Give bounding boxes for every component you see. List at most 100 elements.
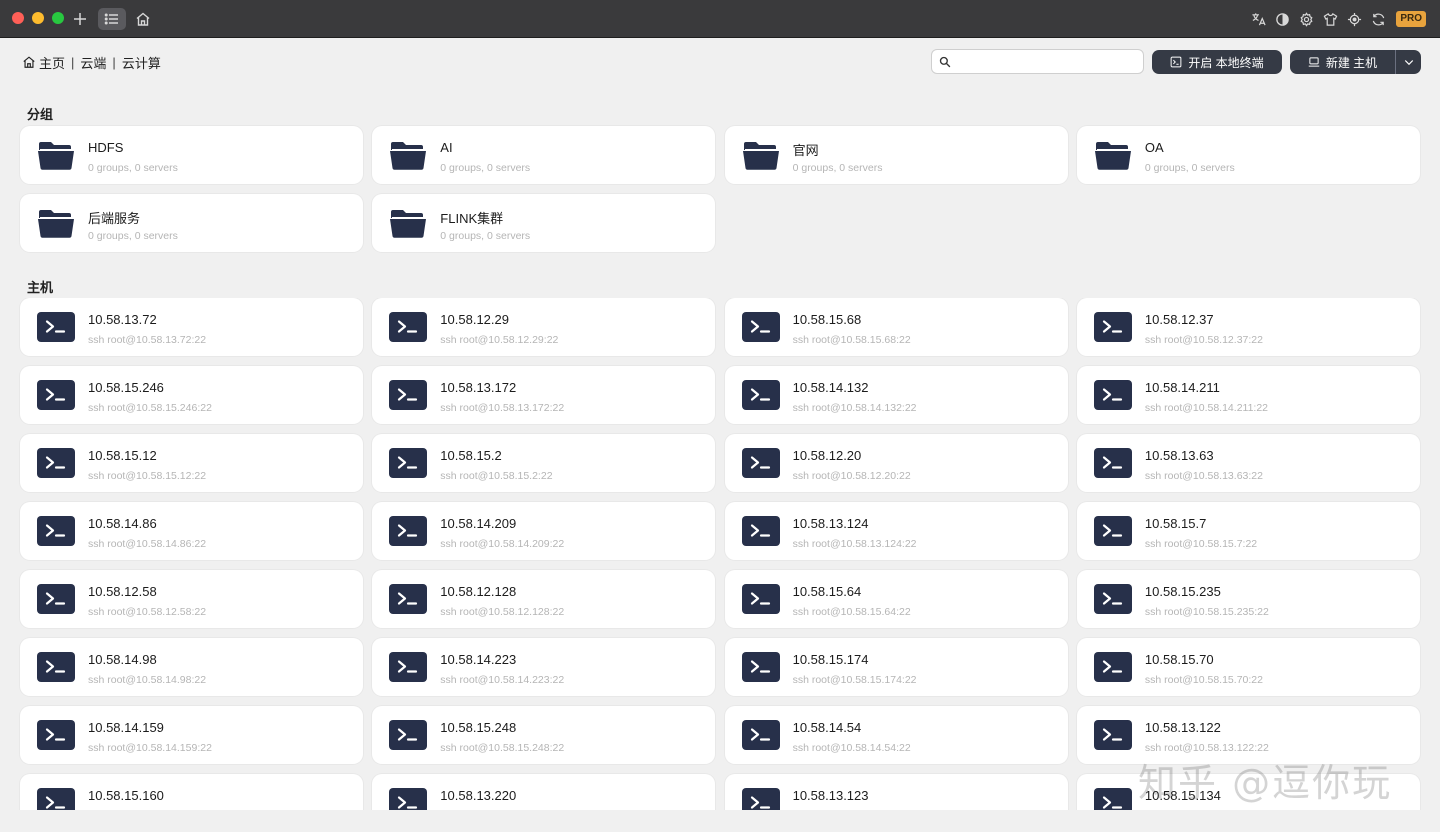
new-host-split-button: 新建 主机	[1290, 50, 1421, 74]
folder-icon	[389, 208, 427, 238]
group-card[interactable]: 官网 0 groups, 0 servers	[724, 126, 1068, 184]
hosts-section-title: 主机	[27, 280, 54, 295]
search-box[interactable]	[931, 49, 1144, 74]
host-card[interactable]: 10.58.12.128 ssh root@10.58.12.128:22	[372, 570, 716, 628]
open-local-terminal-button[interactable]: 开启 本地终端	[1152, 50, 1282, 74]
close-window-button[interactable]	[12, 12, 24, 24]
host-card[interactable]: 10.58.14.209 ssh root@10.58.14.209:22	[372, 502, 716, 560]
host-card-subtitle: ssh root@10.58.14.132:22	[792, 402, 917, 414]
group-card-subtitle: 0 groups, 0 servers	[1144, 162, 1235, 174]
translate-button[interactable]	[1248, 9, 1268, 29]
host-card[interactable]: 10.58.13.123	[724, 774, 1068, 810]
host-card[interactable]: 10.58.12.20 ssh root@10.58.12.20:22	[724, 434, 1068, 492]
host-card[interactable]: 10.58.15.70 ssh root@10.58.15.70:22	[1076, 638, 1420, 696]
folder-icon	[37, 140, 75, 170]
host-card[interactable]: 10.58.13.63 ssh root@10.58.13.63:22	[1076, 434, 1420, 492]
locate-button[interactable]	[1344, 9, 1364, 29]
host-card-subtitle: ssh root@10.58.13.124:22	[792, 538, 917, 550]
host-card[interactable]: 10.58.15.235 ssh root@10.58.15.235:22	[1076, 570, 1420, 628]
new-tab-button[interactable]	[66, 8, 94, 30]
group-card[interactable]: HDFS 0 groups, 0 servers	[20, 126, 363, 184]
host-card-title: 10.58.14.132	[792, 380, 869, 395]
terminal-icon	[37, 584, 75, 614]
new-host-dropdown-button[interactable]	[1396, 50, 1421, 74]
contrast-icon	[1276, 12, 1289, 26]
host-card-subtitle: ssh root@10.58.13.72:22	[88, 334, 207, 346]
host-card-subtitle: ssh root@10.58.15.7:22	[1144, 538, 1258, 550]
host-card[interactable]: 10.58.15.68 ssh root@10.58.15.68:22	[724, 298, 1068, 356]
host-card[interactable]: 10.58.14.132 ssh root@10.58.14.132:22	[724, 366, 1068, 424]
host-card-title: 10.58.13.72	[88, 312, 157, 327]
host-card[interactable]: 10.58.15.174 ssh root@10.58.15.174:22	[724, 638, 1068, 696]
toolbar-right: PRO	[1248, 9, 1426, 29]
folder-icon	[389, 140, 427, 170]
host-card[interactable]: 10.58.13.124 ssh root@10.58.13.124:22	[724, 502, 1068, 560]
host-card[interactable]: 10.58.15.160	[20, 774, 363, 810]
new-host-button[interactable]: 新建 主机	[1290, 50, 1396, 74]
host-card[interactable]: 10.58.15.12 ssh root@10.58.15.12:22	[20, 434, 363, 492]
terminal-icon	[37, 312, 75, 342]
sync-icon	[1372, 13, 1385, 25]
host-list-button[interactable]	[98, 8, 126, 30]
host-card-subtitle: ssh root@10.58.14.211:22	[1144, 402, 1269, 414]
host-card[interactable]: 10.58.14.98 ssh root@10.58.14.98:22	[20, 638, 363, 696]
host-card[interactable]: 10.58.14.159 ssh root@10.58.14.159:22	[20, 706, 363, 764]
hosts-grid: 10.58.13.72 ssh root@10.58.13.72:22 10.58.…	[20, 298, 1420, 810]
host-card[interactable]: 10.58.14.54 ssh root@10.58.14.54:22	[724, 706, 1068, 764]
zoom-window-button[interactable]	[52, 12, 64, 24]
skin-button[interactable]	[1320, 9, 1340, 29]
host-card-title: 10.58.13.172	[440, 380, 517, 395]
host-card-title: 10.58.13.220	[440, 788, 517, 803]
host-card-title: 10.58.15.160	[88, 788, 164, 803]
host-card[interactable]: 10.58.13.220	[372, 774, 716, 810]
search-input[interactable]	[957, 54, 1137, 69]
host-card-subtitle: ssh root@10.58.12.58:22	[88, 606, 207, 618]
home-icon[interactable]	[22, 55, 36, 69]
theme-button[interactable]	[1272, 9, 1292, 29]
terminal-icon	[389, 584, 428, 614]
group-card[interactable]: OA 0 groups, 0 servers	[1076, 126, 1420, 184]
host-card-subtitle: ssh root@10.58.12.37:22	[1144, 334, 1263, 346]
terminal-icon	[1093, 380, 1132, 410]
host-card[interactable]: 10.58.14.223 ssh root@10.58.14.223:22	[372, 638, 716, 696]
host-card[interactable]: 10.58.15.7 ssh root@10.58.15.7:22	[1076, 502, 1420, 560]
host-card[interactable]: 10.58.12.58 ssh root@10.58.12.58:22	[20, 570, 363, 628]
host-card[interactable]: 10.58.13.172 ssh root@10.58.13.172:22	[372, 366, 716, 424]
sync-button[interactable]	[1368, 9, 1388, 29]
pro-badge[interactable]: PRO	[1396, 11, 1426, 27]
host-card[interactable]: 10.58.14.86 ssh root@10.58.14.86:22	[20, 502, 363, 560]
host-card[interactable]: 10.58.15.246 ssh root@10.58.15.246:22	[20, 366, 363, 424]
groups-grid: HDFS 0 groups, 0 servers AI 0 groups, 0 ser…	[20, 126, 1420, 252]
host-card-title: 10.58.14.223	[440, 652, 517, 667]
host-card[interactable]: 10.58.12.29 ssh root@10.58.12.29:22	[372, 298, 716, 356]
minimize-window-button[interactable]	[32, 12, 44, 24]
plus-icon	[74, 13, 86, 25]
hosts-scroll-area[interactable]: 10.58.13.72 ssh root@10.58.13.72:22 10.58.…	[0, 298, 1440, 810]
settings-button[interactable]	[1296, 9, 1316, 29]
host-card[interactable]: 10.58.13.72 ssh root@10.58.13.72:22	[20, 298, 363, 356]
host-card[interactable]: 10.58.15.248 ssh root@10.58.15.248:22	[372, 706, 716, 764]
host-card[interactable]: 10.58.14.211 ssh root@10.58.14.211:22	[1076, 366, 1420, 424]
group-card-subtitle: 0 groups, 0 servers	[440, 162, 531, 174]
group-card[interactable]: AI 0 groups, 0 servers	[372, 126, 716, 184]
shirt-icon	[1323, 12, 1338, 26]
terminal-icon	[1093, 652, 1132, 682]
group-card[interactable]: FLINK集群 0 groups, 0 servers	[372, 194, 716, 252]
host-card-title: 10.58.12.20	[792, 448, 862, 463]
host-card-subtitle: ssh root@10.58.13.63:22	[1144, 470, 1263, 482]
host-card-subtitle: ssh root@10.58.14.209:22	[440, 538, 565, 550]
host-card-title: 10.58.15.248	[440, 720, 517, 735]
terminal-icon	[1093, 584, 1132, 614]
breadcrumb-home[interactable]: 主页	[39, 53, 65, 72]
group-card[interactable]: 后端服务 0 groups, 0 servers	[20, 194, 363, 252]
breadcrumb-cloud[interactable]: 云端	[80, 53, 106, 72]
host-card-title: 10.58.12.37	[1144, 312, 1214, 327]
host-card[interactable]: 10.58.15.2 ssh root@10.58.15.2:22	[372, 434, 716, 492]
home-button[interactable]	[129, 8, 157, 30]
host-card[interactable]: 10.58.15.64 ssh root@10.58.15.64:22	[724, 570, 1068, 628]
breadcrumb-current: 云计算	[121, 55, 161, 71]
host-card[interactable]: 10.58.12.37 ssh root@10.58.12.37:22	[1076, 298, 1420, 356]
target-icon	[1347, 12, 1361, 26]
terminal-icon	[389, 448, 428, 478]
terminal-icon	[389, 380, 428, 410]
